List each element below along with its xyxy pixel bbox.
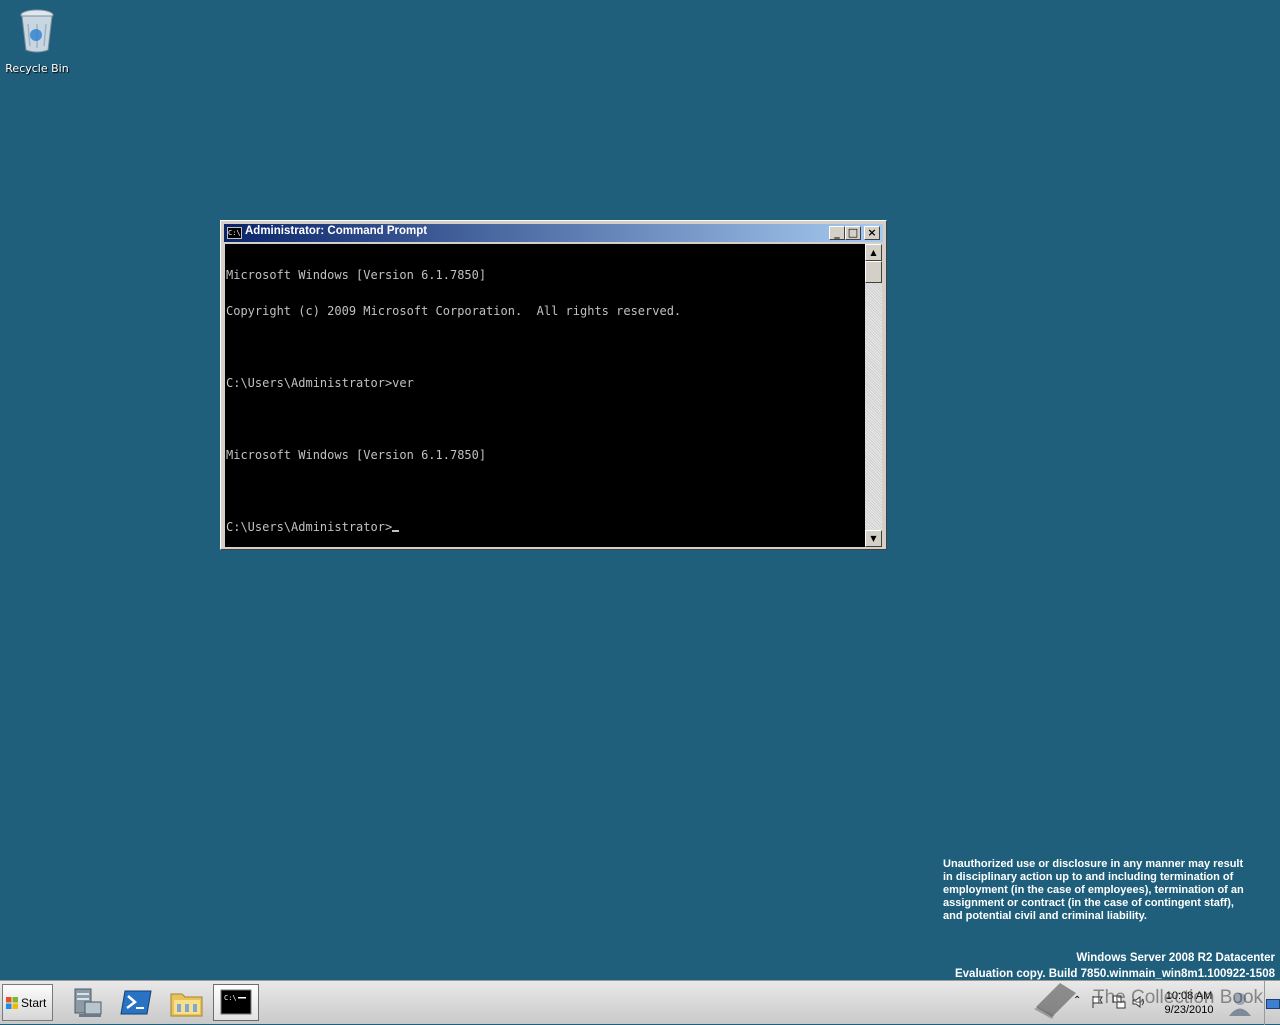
svg-text:C:\: C:\ [224, 994, 237, 1002]
console-line: C:\Users\Administrator>ver [226, 376, 414, 390]
taskbar-command-prompt[interactable]: C:\ [213, 984, 259, 1021]
taskbar-clock[interactable]: 10:08 AM 9/23/2010 [1158, 989, 1220, 1017]
windows-logo-icon [6, 997, 18, 1009]
scroll-thumb[interactable] [865, 261, 882, 283]
console-line: Copyright (c) 2009 Microsoft Corporation… [226, 304, 682, 318]
maximize-button[interactable]: □ [845, 226, 861, 240]
edition-name: Windows Server 2008 R2 Datacenter [1076, 952, 1275, 964]
start-button[interactable]: Start [2, 984, 53, 1021]
window-titlebar[interactable]: C:\ Administrator: Command Prompt _ □ × [224, 224, 883, 242]
explorer-icon [170, 993, 203, 1017]
show-desktop-button[interactable] [1264, 981, 1280, 1025]
volume-icon[interactable] [1132, 995, 1146, 1009]
close-button[interactable]: × [864, 226, 880, 240]
clock-time: 10:08 AM [1165, 990, 1213, 1002]
server-manager-icon [74, 988, 102, 1017]
console-line: Microsoft Windows [Version 6.1.7850] [226, 448, 487, 462]
legal-notice-line: assignment or contract (in the case of c… [943, 897, 1234, 909]
scroll-down-arrow-icon[interactable]: ▼ [865, 530, 882, 547]
cmd-icon[interactable]: C:\ [227, 227, 242, 239]
vertical-scrollbar[interactable]: ▲ ▼ [865, 244, 882, 547]
console-prompt: C:\Users\Administrator> [226, 520, 393, 534]
legal-notice-line: in disciplinary action up to and includi… [943, 871, 1234, 883]
show-hidden-icons-button[interactable]: ⌃ [1073, 995, 1081, 1006]
console-line: Microsoft Windows [Version 6.1.7850] [226, 268, 487, 282]
text-cursor [392, 530, 400, 532]
network-icon[interactable] [1112, 995, 1126, 1009]
scroll-up-arrow-icon[interactable]: ▲ [865, 244, 882, 261]
command-prompt-window[interactable]: C:\ Administrator: Command Prompt _ □ × … [220, 220, 887, 550]
legal-notice-line: Unauthorized use or disclosure in any ma… [943, 858, 1244, 870]
powershell-icon [120, 990, 152, 1015]
system-tray: ⌃ 10:08 AM 9/23/2010 [1068, 981, 1280, 1025]
legal-notice-line: employment (in the case of employees), t… [943, 884, 1244, 896]
taskbar-server-manager[interactable] [65, 984, 111, 1021]
edition-watermark: Windows Server 2008 R2 Datacenter Evalua… [955, 950, 1275, 982]
cmd-icon: C:\ [220, 989, 252, 1015]
minimize-button[interactable]: _ [829, 226, 845, 240]
taskbar-explorer[interactable] [164, 984, 210, 1021]
start-label: Start [21, 996, 47, 1010]
desktop-icon-label: Recycle Bin [5, 62, 69, 75]
console-output[interactable]: Microsoft Windows [Version 6.1.7850] Cop… [225, 244, 866, 547]
desktop-icon-recycle-bin[interactable]: Recycle Bin [4, 6, 70, 75]
taskbar: Start C:\ ⌃ 10:08 AM 9/23/2010 [0, 980, 1280, 1025]
taskbar-powershell[interactable] [114, 984, 160, 1021]
show-desktop-icon [1266, 999, 1280, 1009]
clock-date: 9/23/2010 [1164, 1004, 1214, 1016]
recycle-bin-icon [20, 9, 54, 53]
legal-notice: Unauthorized use or disclosure in any ma… [943, 858, 1278, 923]
window-title: Administrator: Command Prompt [245, 225, 428, 237]
legal-notice-line: and potential civil and criminal liabili… [943, 910, 1147, 922]
action-center-flag-icon[interactable] [1092, 995, 1104, 1009]
user-avatar-icon[interactable] [1226, 989, 1254, 1017]
